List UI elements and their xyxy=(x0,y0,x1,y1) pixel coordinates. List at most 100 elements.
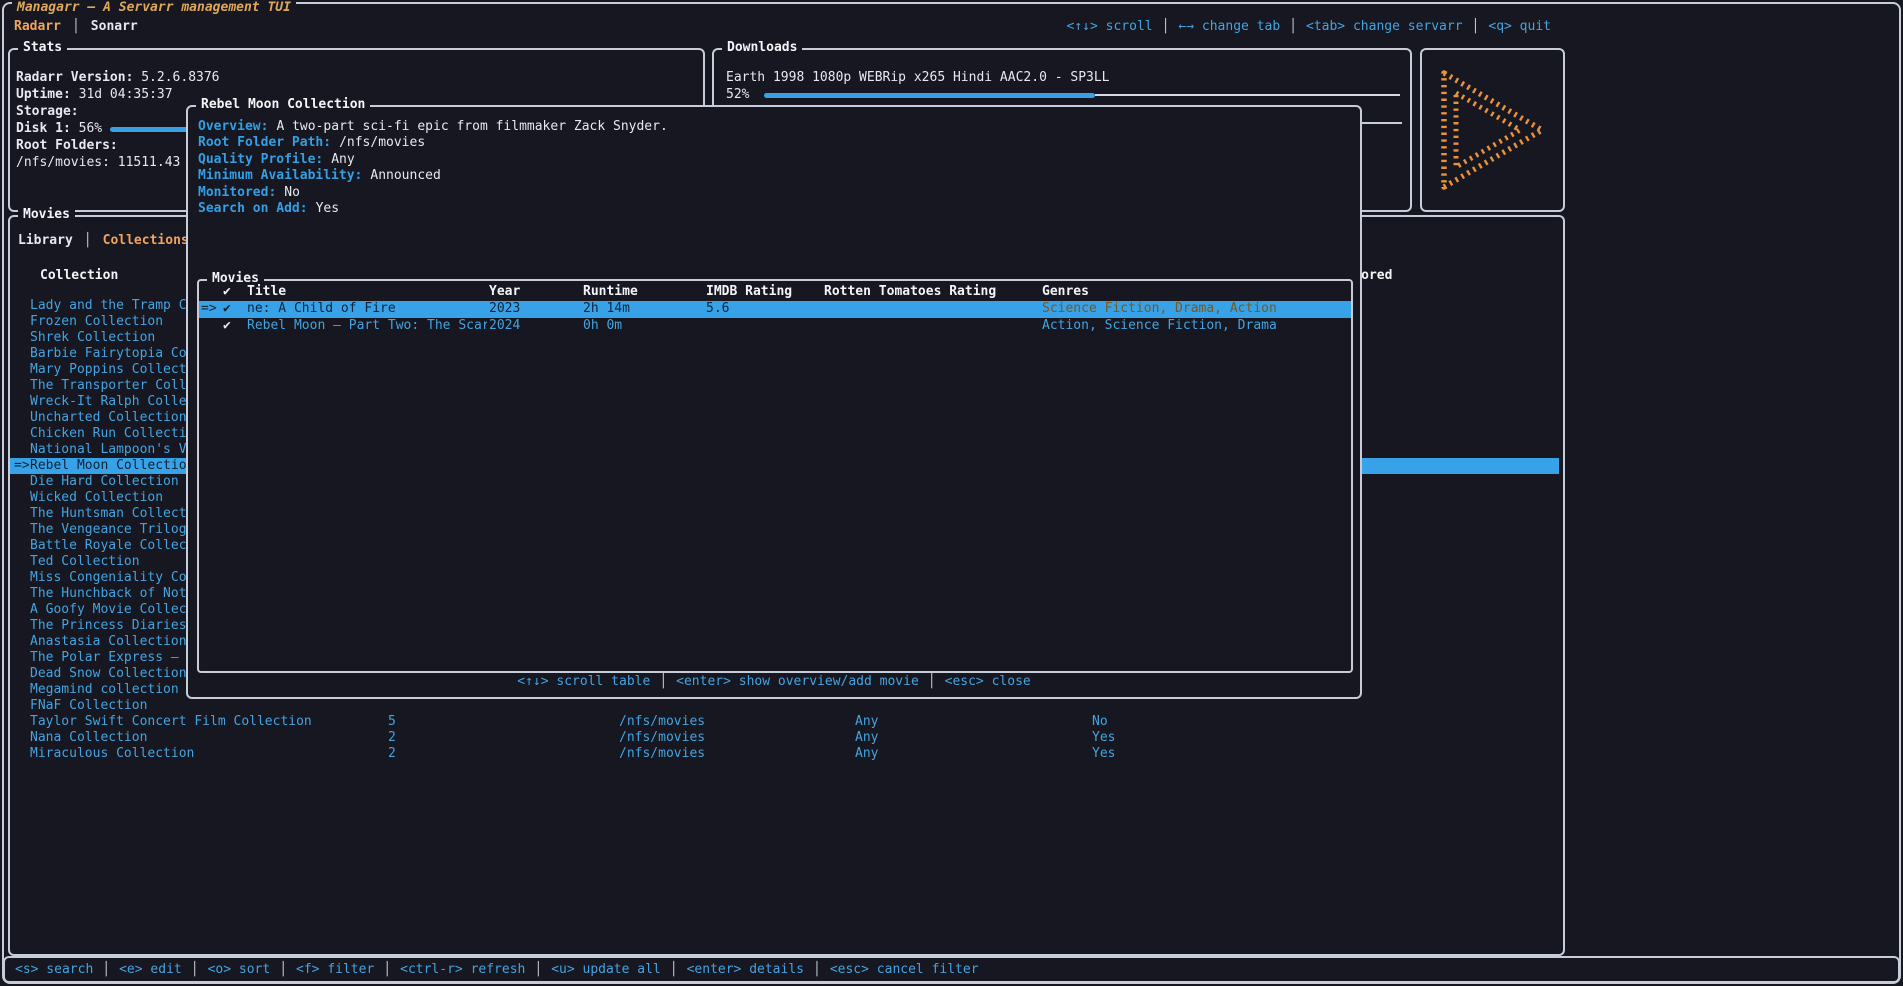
collection-row[interactable]: FNaF Collection xyxy=(10,698,1559,714)
field-label: Minimum Availability: xyxy=(198,168,362,183)
field-label: Quality Profile: xyxy=(198,152,323,167)
help-key-hint: <ctrl-r> refresh xyxy=(374,962,525,977)
help-key-hint: <enter> details xyxy=(661,962,804,977)
collection-row[interactable]: Taylor Swift Concert Film Collection 5 /… xyxy=(10,714,1559,730)
movie-title: Rebel Moon – Part Two: The Scar xyxy=(247,318,487,335)
collection-name: A Goofy Movie Collect xyxy=(30,602,194,618)
disk-percent: 56% xyxy=(79,121,102,136)
help-key-hint: <o> sort xyxy=(182,962,270,977)
selection-arrow: => xyxy=(201,301,217,318)
help-key-hint: <esc> cancel filter xyxy=(804,962,979,977)
movies-panel-title: Movies xyxy=(18,207,75,223)
movie-imdb-rating: 5.6 xyxy=(706,301,729,318)
bottom-help-panel: <s> search<e> edit<o> sort<f> filter<ctr… xyxy=(3,956,1900,983)
collection-quality-profile: Any xyxy=(855,746,878,762)
collection-field: Root Folder Path: /nfs/movies xyxy=(198,135,668,151)
column-header: IMDB Rating xyxy=(706,284,792,300)
movie-row[interactable]: => ✔ ne: A Child of Fire 2023 2h 14m 5.6… xyxy=(199,301,1351,318)
collection-name: Anastasia Collection xyxy=(30,634,187,650)
modal-help-bar: <↑↓> scroll table<enter> show overview/a… xyxy=(188,674,1360,690)
collection-field: Minimum Availability: Announced xyxy=(198,168,668,184)
radarr-dotted-play-triangle-icon xyxy=(1422,50,1563,210)
collection-name: FNaF Collection xyxy=(30,698,147,714)
field-value: Announced xyxy=(370,168,440,183)
field-label: Root Folder Path: xyxy=(198,135,331,150)
collection-search-on-add: Yes xyxy=(1092,730,1115,746)
collection-root-folder: /nfs/movies xyxy=(619,746,705,762)
movies-tabbar: LibraryCollections xyxy=(18,233,189,249)
storage-label: Storage: xyxy=(16,104,79,119)
download-progress-bar xyxy=(764,87,1400,103)
collection-name: Ted Collection xyxy=(30,554,140,570)
help-key-hint: <esc> close xyxy=(919,674,1031,689)
column-header: Collection xyxy=(40,268,118,284)
servarr-tab[interactable]: Sonarr xyxy=(61,19,138,34)
movie-row[interactable]: ✔ Rebel Moon – Part Two: The Scar 2024 0… xyxy=(199,318,1351,335)
servarr-tab[interactable]: Radarr xyxy=(14,19,61,34)
logo-panel xyxy=(1420,48,1565,212)
collection-name: The Princess Diaries xyxy=(30,618,187,634)
download-progress-fill xyxy=(764,93,1095,98)
collection-name: The Transporter Colle xyxy=(30,378,194,394)
collection-row[interactable]: Nana Collection 2 /nfs/movies Any Yes xyxy=(10,730,1559,746)
bottom-help-bar: <s> search<e> edit<o> sort<f> filter<ctr… xyxy=(15,962,979,978)
collection-name: Rebel Moon Collection xyxy=(30,458,194,474)
selection-arrow: => xyxy=(14,458,30,474)
movie-runtime: 2h 14m xyxy=(583,301,630,318)
collection-row[interactable]: Miraculous Collection 2 /nfs/movies Any … xyxy=(10,746,1559,762)
collection-search-on-add: No xyxy=(1092,714,1108,730)
movie-genres: Action, Science Fiction, Drama xyxy=(1042,318,1277,335)
movie-year: 2023 xyxy=(489,301,520,318)
servarr-tabbar: RadarrSonarr xyxy=(14,19,138,35)
collection-name: Shrek Collection xyxy=(30,330,155,346)
uptime-label: Uptime: xyxy=(16,87,71,102)
column-header: Year xyxy=(489,284,520,300)
field-value: Yes xyxy=(316,201,339,216)
collection-field: Monitored:No xyxy=(198,185,668,201)
column-header: Genres xyxy=(1042,284,1089,300)
collection-name: National Lampoon's Va xyxy=(30,442,194,458)
collection-name: Die Hard Collection xyxy=(30,474,179,490)
field-value: /nfs/movies xyxy=(339,135,425,150)
collection-name: Dead Snow Collection xyxy=(30,666,187,682)
app-title: Managarr – A Servarr management TUI xyxy=(12,0,296,15)
collection-quality-profile: Any xyxy=(855,730,878,746)
help-key-hint: <u> update all xyxy=(525,962,660,977)
movie-year: 2024 xyxy=(489,318,520,335)
column-header: Rotten Tomatoes Rating xyxy=(824,284,996,300)
movies-table-header: ✔TitleYearRuntimeIMDB RatingRotten Tomat… xyxy=(199,284,1351,300)
collection-movie-count: 2 xyxy=(388,746,396,762)
collection-root-folder: /nfs/movies xyxy=(619,714,705,730)
collection-name: The Polar Express – C xyxy=(30,650,194,666)
movie-genres: Science Fiction, Drama, Action xyxy=(1042,301,1277,318)
field-label: Monitored: xyxy=(198,185,276,200)
collection-name: Uncharted Collection xyxy=(30,410,187,426)
collection-movies-table: Movies ✔TitleYearRuntimeIMDB RatingRotte… xyxy=(197,279,1353,673)
help-key-hint: <e> edit xyxy=(93,962,181,977)
column-header: Title xyxy=(247,284,286,300)
movies-tab[interactable]: Collections xyxy=(73,233,189,248)
collection-name: The Vengeance Trilogy xyxy=(30,522,194,538)
collection-details-modal: Rebel Moon Collection Overview:A two-par… xyxy=(186,105,1362,699)
radarr-version-line: Radarr Version: 5.2.6.8376 xyxy=(16,70,695,86)
collection-movie-count: 2 xyxy=(388,730,396,746)
downloads-panel-title: Downloads xyxy=(722,40,802,56)
version-value: 5.2.6.8376 xyxy=(141,70,219,85)
field-label: Search on Add: xyxy=(198,201,308,216)
stats-panel-title: Stats xyxy=(18,40,67,56)
top-help-bar: <↑↓> scroll←→ change tab<tab> change ser… xyxy=(1067,19,1552,35)
collection-root-folder: /nfs/movies xyxy=(619,730,705,746)
collection-quality-profile: Any xyxy=(855,714,878,730)
collection-name: Miss Congeniality Col xyxy=(30,570,194,586)
movies-tab[interactable]: Library xyxy=(18,233,73,248)
collection-name: Chicken Run Collectio xyxy=(30,426,194,442)
movie-title: ne: A Child of Fire xyxy=(247,301,487,318)
collection-name: Barbie Fairytopia Col xyxy=(30,346,194,362)
movie-runtime: 0h 0m xyxy=(583,318,622,335)
version-label: Radarr Version: xyxy=(16,70,133,85)
collection-movie-count: 5 xyxy=(388,714,396,730)
column-header: Runtime xyxy=(583,284,638,300)
root-folder-value: /nfs/movies: 11511.43 GB xyxy=(16,155,204,170)
help-key-hint: <enter> show overview/add movie xyxy=(650,674,918,689)
collection-name: Frozen Collection xyxy=(30,314,163,330)
